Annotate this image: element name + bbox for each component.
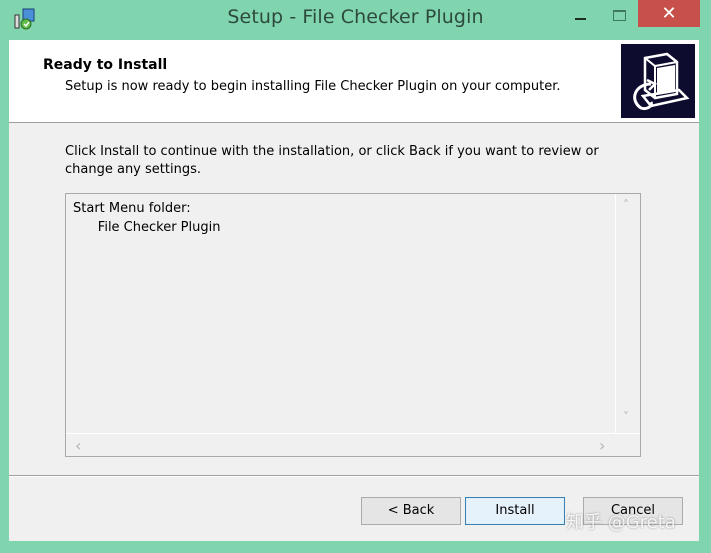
close-button[interactable]: ✕ — [638, 0, 700, 27]
wizard-client-area: Ready to Install Setup is now ready to b… — [9, 40, 699, 541]
maximize-icon — [613, 10, 626, 21]
vertical-scrollbar[interactable]: ˄ ˅ — [615, 194, 640, 433]
ready-memo-box[interactable]: Start Menu folder: File Checker Plugin ˄… — [65, 193, 641, 457]
watermark: 知乎 @Greta — [566, 512, 676, 533]
scroll-left-icon[interactable]: ‹ — [75, 436, 81, 455]
title-bar: Setup - File Checker Plugin ✕ — [0, 0, 711, 40]
scroll-right-icon[interactable]: › — [599, 436, 605, 455]
memo-text: Start Menu folder: File Checker Plugin — [73, 201, 221, 235]
minimize-button[interactable] — [566, 4, 594, 28]
minimize-icon — [575, 18, 586, 20]
window-title: Setup - File Checker Plugin — [227, 6, 484, 28]
install-instructions: Click Install to continue with the insta… — [65, 144, 599, 177]
page-title: Ready to Install — [43, 57, 168, 73]
back-button[interactable]: < Back — [361, 497, 461, 525]
scroll-down-icon[interactable]: ˅ — [623, 410, 629, 424]
horizontal-scrollbar[interactable]: ‹ › — [66, 433, 640, 456]
computer-install-icon — [621, 44, 695, 118]
wizard-header: Ready to Install Setup is now ready to b… — [9, 40, 699, 123]
page-subtitle: Setup is now ready to begin installing F… — [65, 79, 561, 94]
close-icon: ✕ — [661, 3, 677, 24]
install-button[interactable]: Install — [465, 497, 565, 525]
footer-divider — [9, 475, 699, 477]
scroll-up-icon[interactable]: ˄ — [623, 198, 629, 212]
maximize-button[interactable] — [607, 4, 633, 28]
